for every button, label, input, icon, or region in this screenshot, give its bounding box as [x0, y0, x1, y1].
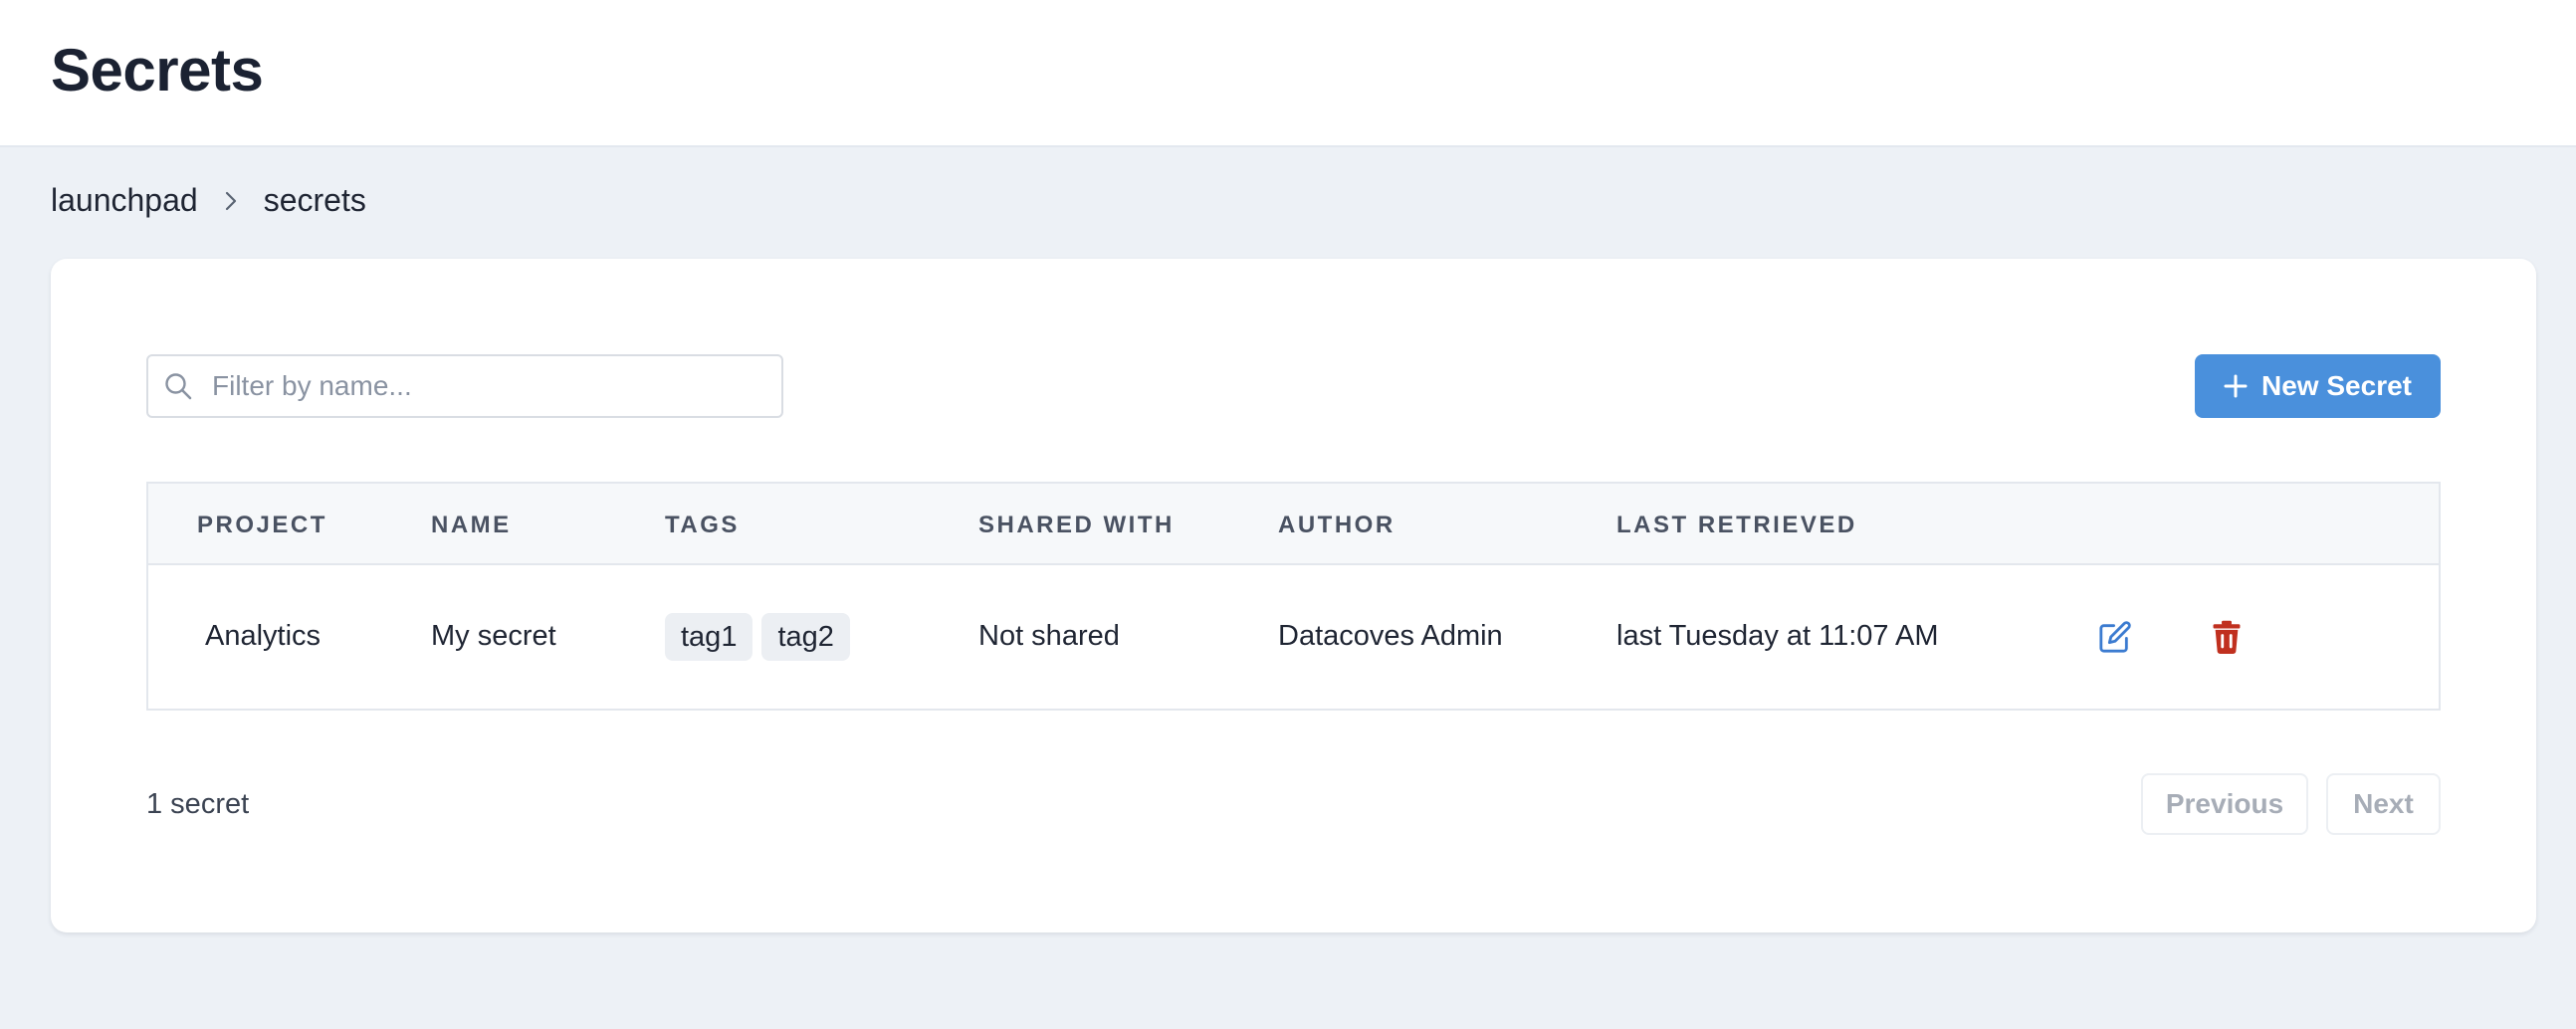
secrets-table: PROJECT NAME TAGS SHARED WITH AUTHOR LAS…: [146, 482, 2441, 711]
trash-icon[interactable]: [2207, 617, 2247, 657]
column-header-project[interactable]: PROJECT: [197, 512, 327, 539]
chevron-right-icon: [224, 190, 238, 212]
cell-tags: tag1 tag2: [665, 613, 850, 661]
plus-icon: [2224, 374, 2248, 398]
edit-icon[interactable]: [2095, 617, 2135, 657]
cell-shared-with: Not shared: [978, 620, 1120, 652]
table-row: Analytics My secret tag1 tag2 Not shared…: [148, 565, 2439, 711]
cell-name: My secret: [431, 620, 556, 652]
new-secret-button[interactable]: New Secret: [2195, 354, 2441, 418]
breadcrumb: launchpad secrets: [51, 182, 366, 219]
breadcrumb-item-launchpad[interactable]: launchpad: [51, 182, 198, 219]
column-header-name[interactable]: NAME: [431, 512, 512, 539]
cell-author: Datacoves Admin: [1278, 620, 1503, 652]
breadcrumb-item-secrets: secrets: [263, 182, 366, 218]
previous-button[interactable]: Previous: [2141, 773, 2308, 835]
tag-badge: tag2: [761, 613, 850, 661]
table-header: PROJECT NAME TAGS SHARED WITH AUTHOR LAS…: [148, 484, 2439, 565]
search-box[interactable]: [146, 354, 783, 418]
column-header-last-retrieved[interactable]: LAST RETRIEVED: [1616, 512, 1857, 539]
secret-count: 1 secret: [146, 788, 250, 820]
top-header: Secrets: [0, 0, 2576, 147]
column-header-shared-with[interactable]: SHARED WITH: [978, 512, 1175, 539]
page-title: Secrets: [51, 37, 264, 103]
cell-project: Analytics: [205, 620, 322, 652]
next-button[interactable]: Next: [2326, 773, 2441, 835]
secrets-card: New Secret PROJECT NAME TAGS SHARED WITH…: [51, 259, 2536, 932]
tag-badge: tag1: [665, 613, 753, 661]
new-secret-label: New Secret: [2261, 370, 2412, 401]
search-icon: [162, 370, 194, 402]
cell-last-retrieved: last Tuesday at 11:07 AM: [1616, 620, 1939, 652]
column-header-tags[interactable]: TAGS: [665, 512, 740, 539]
search-input[interactable]: [212, 356, 781, 416]
column-header-author[interactable]: AUTHOR: [1278, 512, 1395, 539]
